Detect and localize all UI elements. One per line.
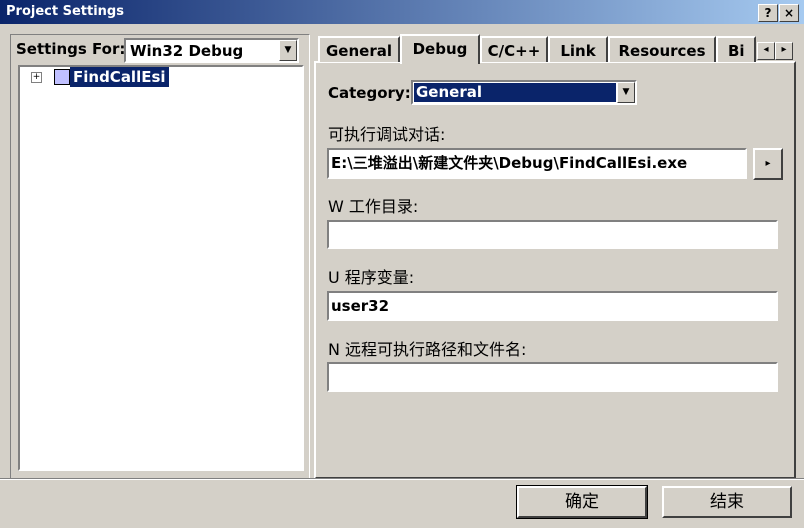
settings-for-dropdown[interactable]: Win32 Debug ▼ xyxy=(124,38,299,63)
category-value: General xyxy=(414,83,616,102)
browse-button[interactable]: ▸ xyxy=(753,148,783,180)
executable-input[interactable]: E:\三堆溢出\新建文件夹\Debug\FindCallEsi.exe xyxy=(327,148,747,179)
close-button[interactable]: × xyxy=(779,4,799,22)
tab-general[interactable]: General xyxy=(318,36,400,62)
cancel-button[interactable]: 结束 xyxy=(662,486,792,518)
args-input[interactable]: user32 xyxy=(327,291,778,321)
ok-button[interactable]: 确定 xyxy=(516,485,648,519)
remote-input[interactable] xyxy=(327,362,778,392)
help-button[interactable]: ? xyxy=(758,4,778,22)
chevron-down-icon[interactable]: ▼ xyxy=(279,40,297,61)
workdir-input[interactable] xyxy=(327,220,778,249)
tab-browse-info[interactable]: Bi xyxy=(716,36,756,62)
category-label: Category: xyxy=(328,84,411,102)
tab-scroll-right[interactable]: ▸ xyxy=(775,42,793,60)
project-tree[interactable]: + FindCallEsi xyxy=(18,65,304,471)
tree-item-findcallesi[interactable]: FindCallEsi xyxy=(70,67,169,87)
title-bar: Project Settings xyxy=(0,0,804,24)
executable-label: 可执行调试对话: xyxy=(328,125,446,144)
category-dropdown[interactable]: General ▼ xyxy=(411,80,637,105)
remote-label: N 远程可执行路径和文件名: xyxy=(328,340,527,359)
tab-debug[interactable]: Debug xyxy=(400,34,480,64)
workdir-label: W 工作目录: xyxy=(328,197,419,216)
chevron-down-icon[interactable]: ▼ xyxy=(617,82,635,103)
expand-icon[interactable]: + xyxy=(31,72,42,83)
window-title: Project Settings xyxy=(6,4,124,19)
tab-cpp[interactable]: C/C++ xyxy=(480,36,548,62)
settings-for-label: Settings For: xyxy=(16,40,126,58)
settings-for-value: Win32 Debug xyxy=(130,42,244,60)
project-icon xyxy=(54,69,70,85)
args-label: U 程序变量: xyxy=(328,268,415,287)
tab-link[interactable]: Link xyxy=(548,36,608,62)
divider xyxy=(0,478,804,480)
tab-scroll-left[interactable]: ◂ xyxy=(757,42,775,60)
tab-resources[interactable]: Resources xyxy=(608,36,716,62)
